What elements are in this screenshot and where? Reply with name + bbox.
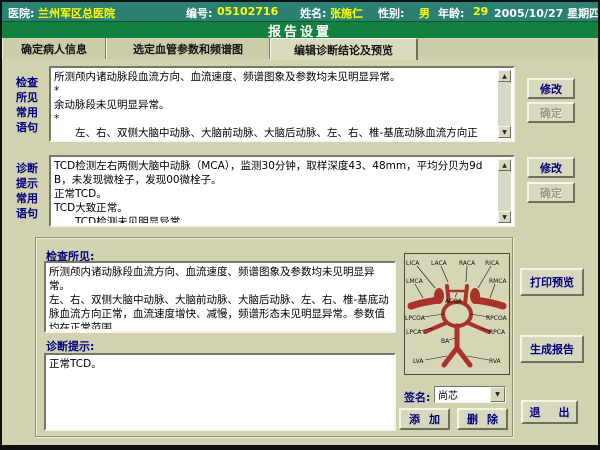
diagnosis-modify-button[interactable]: 修改 [527,157,575,178]
diagnosis-phrases-side-label: 诊断 提示 常用 语句 [16,160,46,220]
scroll-down-icon[interactable]: ▼ [498,126,511,138]
exit-button[interactable]: 退出 [521,400,578,424]
artery-label: LPCA [406,329,422,336]
willis-arteries-image: LICA LACA RACA RICA LMCA RMCA ACOA LPCOA… [405,254,509,374]
signature-value: 尚芯 [438,387,458,402]
artery-label: RMCA [489,278,508,285]
artery-label: BA [441,338,450,345]
age-value: 29 [473,5,488,18]
artery-label: RVA [489,358,502,365]
artery-label: LMCA [406,278,424,285]
findings-confirm-button[interactable]: 确定 [527,102,575,123]
signature-label: 签名: [404,389,430,405]
tab-bar: 确定病人信息 选定血管参数和频谱图 编辑诊断结论及预览 [2,38,598,59]
artery-label: LACA [431,260,448,267]
diagnosis-phrases-text: TCD检测左右两侧大脑中动脉（MCA），监测30分钟，取样深度43、48mm，平… [54,159,496,223]
findings-phrases-scrollbar[interactable]: ▲ ▼ [498,70,511,138]
scroll-down-icon[interactable]: ▼ [498,211,511,223]
diagnosis-confirm-button[interactable]: 确定 [527,182,575,203]
hospital-label: 医院: [8,5,34,21]
findings-modify-button[interactable]: 修改 [527,78,575,99]
datetime-text: 2005/10/27 星期四 15:48:20 [494,5,600,21]
print-preview-button[interactable]: 打印预览 [520,268,584,296]
report-settings-window: 医院: 兰州军区总医院 编号: 05102716 姓名: 张施仁 性别: 男 年… [0,0,600,450]
report-diagnosis-text: 正常TCD。 [49,357,391,427]
patient-id-value: 05102716 [217,5,278,18]
artery-label: RPCA [489,329,506,336]
tab-vessel-params[interactable]: 选定血管参数和频谱图 [106,38,270,59]
findings-phrases-text: 所测颅内诸动脉段血流方向、血流速度、频谱图象及参数均未见明显异常。 * 余动脉段… [54,70,496,138]
patient-info-bar: 医院: 兰州军区总医院 编号: 05102716 姓名: 张施仁 性别: 男 年… [2,2,598,21]
artery-label: ACOA [445,298,463,305]
scroll-up-icon[interactable]: ▲ [498,159,511,171]
gender-value: 男 [419,5,430,21]
scroll-up-icon[interactable]: ▲ [498,70,511,82]
artery-label: RICA [485,260,500,267]
artery-label: LVA [413,358,424,365]
artery-label: RACA [459,260,476,267]
artery-label: RPCOA [486,315,508,322]
patient-name-label: 姓名: [300,5,326,21]
patient-id-label: 编号: [186,5,212,21]
artery-label: LPCOA [405,315,426,322]
dialog-title-bar: 报告设置 [2,21,598,39]
report-findings-textarea[interactable]: 所测颅内诸动脉段血流方向、血流速度、频谱图象及参数均未见明显异常。 左、右、双侧… [44,261,396,333]
report-groupbox: 检查所见: 所测颅内诸动脉段血流方向、血流速度、频谱图象及参数均未见明显异常。 … [35,237,513,437]
tab-edit-conclusion[interactable]: 编辑诊断结论及预览 [270,38,418,60]
diagnosis-section-label: 诊断提示: [46,338,94,354]
artery-label: LICA [406,260,420,267]
tab-patient-info[interactable]: 确定病人信息 [2,38,106,59]
chevron-down-icon[interactable]: ▼ [490,387,505,402]
findings-phrases-textarea[interactable]: 所测颅内诸动脉段血流方向、血流速度、频谱图象及参数均未见明显异常。 * 余动脉段… [49,66,515,142]
report-findings-text: 所测颅内诸动脉段血流方向、血流速度、频谱图象及参数均未见明显异常。 左、右、双侧… [49,265,391,329]
patient-name-value: 张施仁 [330,5,363,21]
circle-of-willis-diagram: LICA LACA RACA RICA LMCA RMCA ACOA LPCOA… [404,253,510,375]
signature-select[interactable]: 尚芯 ▼ [434,386,506,403]
report-diagnosis-textarea[interactable]: 正常TCD。 [44,353,396,431]
age-label: 年龄: [438,5,464,21]
diagnosis-phrases-textarea[interactable]: TCD检测左右两侧大脑中动脉（MCA），监测30分钟，取样深度43、48mm，平… [49,155,515,227]
delete-button[interactable]: 删除 [457,408,508,430]
generate-report-button[interactable]: 生成报告 [520,335,584,363]
add-button[interactable]: 添加 [399,408,450,430]
hospital-value: 兰州军区总医院 [38,5,115,21]
gender-label: 性别: [378,5,404,21]
findings-phrases-side-label: 检查 所见 常用 语句 [16,74,46,134]
diagnosis-phrases-scrollbar[interactable]: ▲ ▼ [498,159,511,223]
